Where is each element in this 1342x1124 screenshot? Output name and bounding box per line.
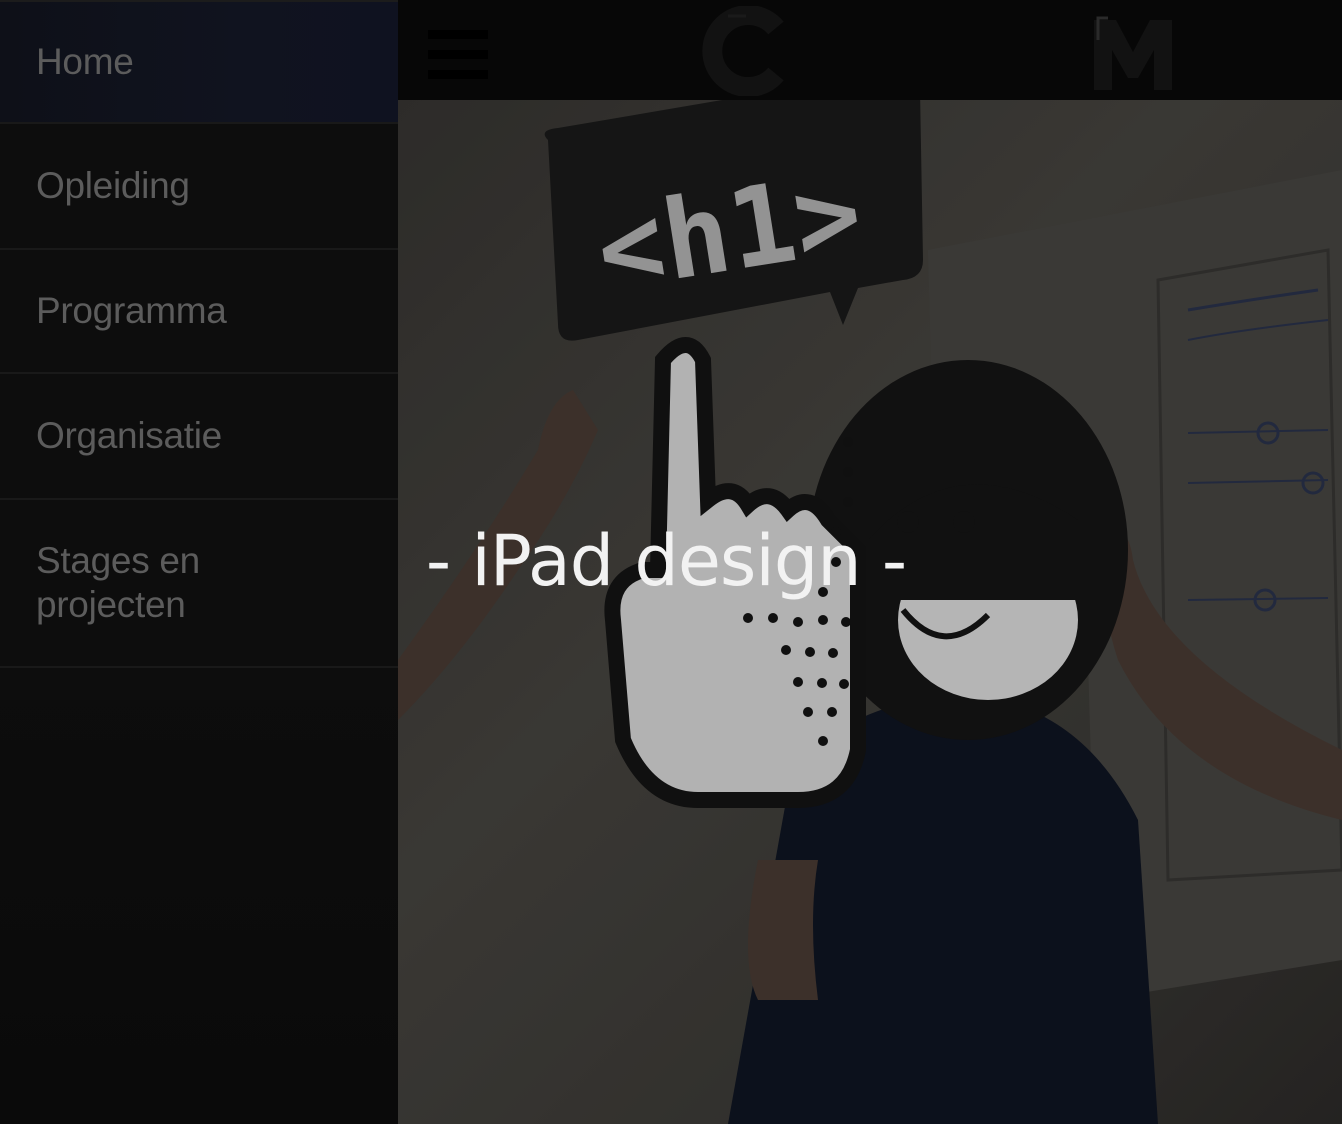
hero-banner: <h1> - iPad design - xyxy=(398,100,1342,1124)
sidebar-item-label: Programma xyxy=(36,290,227,331)
c-logo-icon[interactable] xyxy=(698,6,788,96)
sidebar-item-organisatie[interactable]: Organisatie xyxy=(0,374,398,500)
top-bar xyxy=(398,0,1342,100)
sidebar-item-label: Stages en projecten xyxy=(36,540,200,625)
sidebar-item-label: Opleiding xyxy=(36,165,190,206)
hamburger-icon[interactable] xyxy=(428,30,488,90)
sidebar-empty-area xyxy=(0,668,398,1124)
sidebar-item-opleiding[interactable]: Opleiding xyxy=(0,124,398,250)
sidebar-item-label: Organisatie xyxy=(36,415,222,456)
sidebar-item-programma[interactable]: Programma xyxy=(0,250,398,374)
sidebar-item-home[interactable]: Home xyxy=(0,0,398,124)
m-logo-icon[interactable] xyxy=(1088,8,1178,94)
hero-title: - iPad design - xyxy=(425,520,907,602)
sidebar-nav: Home Opleiding Programma Organisatie Sta… xyxy=(0,0,398,1124)
hero-photo: <h1> xyxy=(398,100,1342,1124)
sidebar-item-stages-en-projecten[interactable]: Stages en projecten xyxy=(0,500,398,668)
sidebar-item-label: Home xyxy=(36,41,134,82)
